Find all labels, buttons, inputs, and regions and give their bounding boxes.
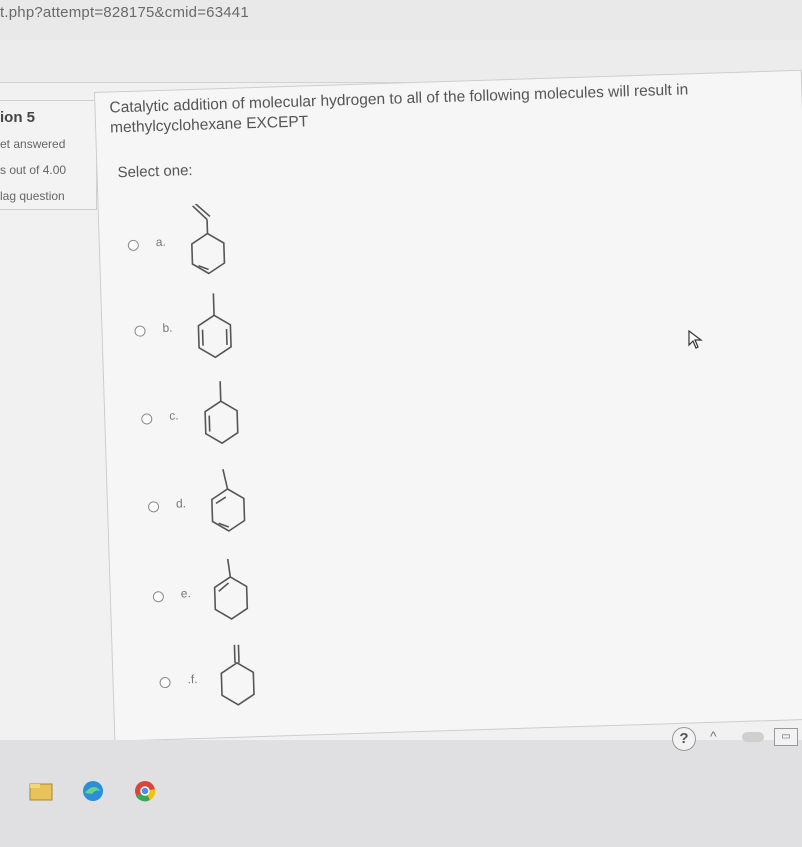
select-one-prompt: Select one: bbox=[117, 161, 193, 182]
methylcyclohexadiene-icon bbox=[211, 468, 246, 532]
option-b-label: b. bbox=[162, 320, 173, 335]
radio-button-b[interactable] bbox=[134, 325, 146, 337]
taskbar bbox=[0, 740, 802, 847]
methylcyclohexene-icon bbox=[213, 558, 249, 620]
option-e-label: e. bbox=[180, 586, 192, 601]
question-panel: Catalytic addition of molecular hydrogen… bbox=[94, 69, 802, 742]
option-a-label: a. bbox=[155, 234, 166, 250]
radio-button-c[interactable] bbox=[141, 413, 153, 425]
option-d[interactable]: d. bbox=[147, 468, 246, 576]
flag-question-link[interactable]: lag question bbox=[0, 189, 65, 203]
chevron-up-icon[interactable]: ^ bbox=[710, 728, 717, 744]
radio-button-e[interactable] bbox=[152, 591, 165, 603]
methylenecyclohexene-icon bbox=[191, 203, 226, 275]
methylcyclohexene-icon bbox=[204, 381, 239, 445]
notification-icon[interactable]: ▭ bbox=[774, 728, 798, 746]
option-c-label: c. bbox=[168, 408, 179, 423]
option-e[interactable]: e. bbox=[152, 558, 249, 665]
mouse-cursor-icon bbox=[688, 330, 703, 349]
chrome-icon[interactable] bbox=[132, 780, 158, 802]
option-d-label: d. bbox=[175, 496, 187, 511]
file-explorer-icon[interactable] bbox=[28, 780, 54, 802]
help-icon[interactable]: ? bbox=[672, 727, 696, 751]
url-text[interactable]: t.php?attempt=828175&cmid=63441 bbox=[0, 4, 249, 21]
radio-button-d[interactable] bbox=[147, 501, 160, 513]
option-f-label: .f. bbox=[187, 672, 198, 687]
edge-icon[interactable] bbox=[80, 780, 106, 802]
option-b[interactable]: b. bbox=[134, 293, 232, 400]
question-state: et answered bbox=[0, 137, 66, 151]
question-marks: s out of 4.00 bbox=[0, 163, 67, 177]
methylenecyclohexane-icon bbox=[220, 644, 255, 706]
option-a[interactable]: a. bbox=[127, 203, 226, 314]
radio-button-a[interactable] bbox=[127, 239, 140, 252]
question-info-box: ion 5 et answered s out of 4.00 lag ques… bbox=[0, 100, 97, 210]
methylcyclohexadiene-icon bbox=[197, 293, 232, 359]
tray-status-icon[interactable] bbox=[742, 732, 764, 742]
option-c[interactable]: c. bbox=[141, 381, 239, 488]
radio-button-f[interactable] bbox=[159, 676, 171, 689]
question-number: ion 5 bbox=[0, 109, 36, 126]
browser-address-bar[interactable]: t.php?attempt=828175&cmid=63441 bbox=[0, 0, 802, 40]
